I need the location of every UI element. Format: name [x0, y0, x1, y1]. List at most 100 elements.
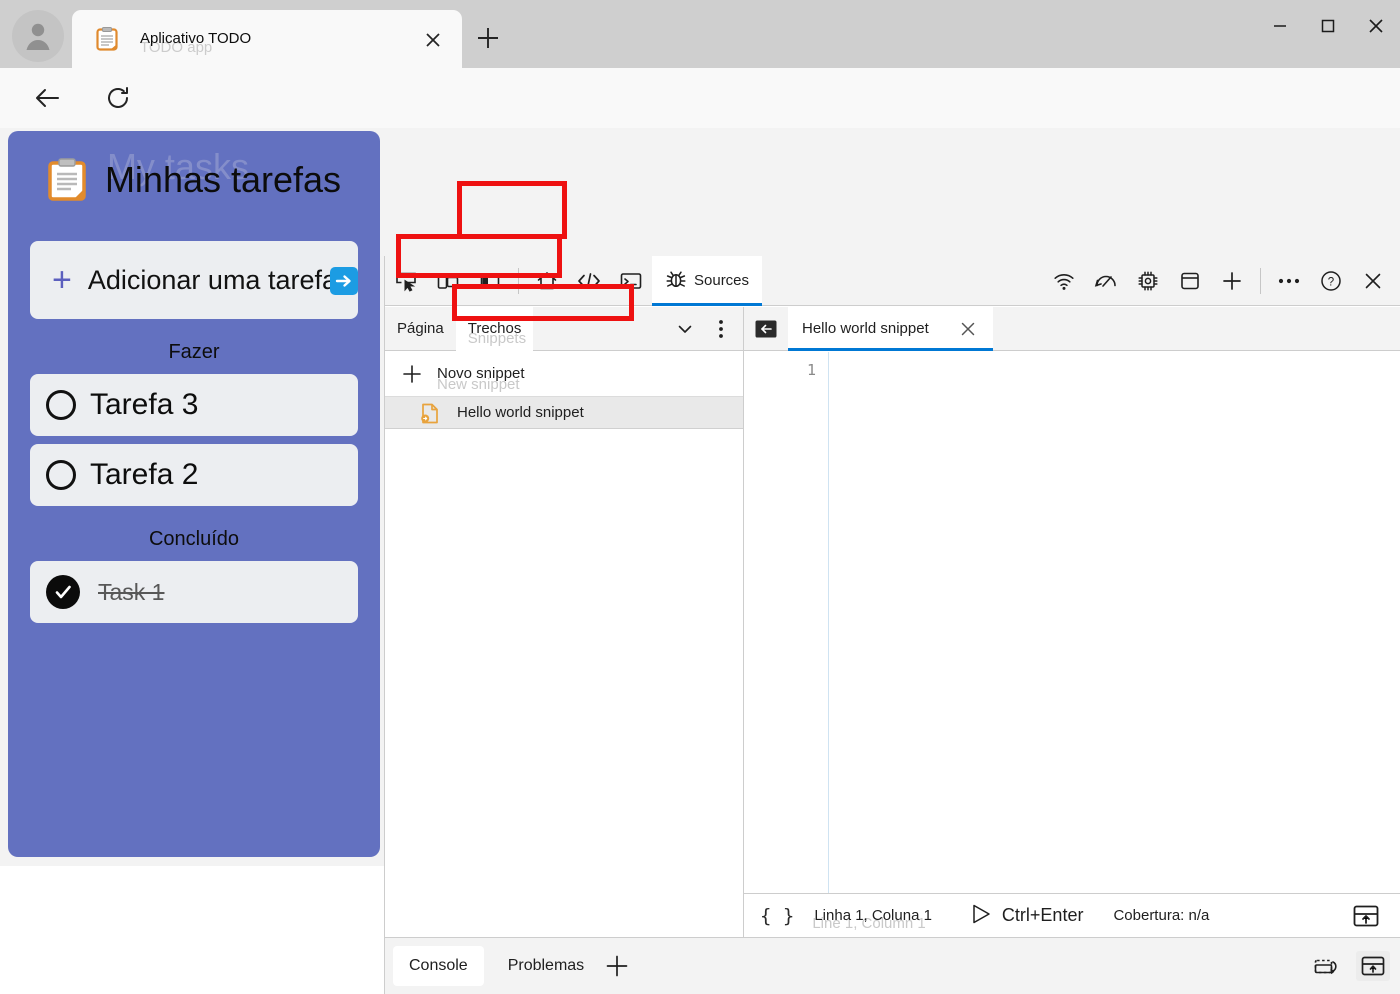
devtools-toolbar-right: ? [1043, 260, 1394, 302]
page-title: Minhas tarefas [105, 159, 341, 200]
new-snippet-button[interactable]: New snippet Novo snippet [385, 351, 743, 397]
editor-tab-label: Hello world snippet [802, 320, 929, 337]
device-toggle-icon[interactable] [427, 260, 469, 302]
code-editor-area[interactable]: 1 [744, 352, 1400, 893]
minimize-button[interactable] [1256, 0, 1304, 52]
pretty-print-icon[interactable]: { } [760, 905, 794, 927]
code-surface[interactable] [829, 352, 1400, 893]
task-checkbox-checked-icon[interactable] [46, 575, 80, 609]
drawer-tab-issues[interactable]: Problemas [492, 946, 600, 986]
editor-gutter: 1 [744, 352, 829, 893]
reload-icon[interactable] [98, 78, 138, 118]
restore-drawer-icon[interactable] [1310, 951, 1344, 981]
run-shortcut-label: Ctrl+Enter [1002, 905, 1084, 926]
add-task-label: Adicionar uma tarefa [88, 265, 337, 296]
home-icon[interactable] [526, 260, 568, 302]
window-controls [1256, 0, 1400, 52]
elements-icon[interactable] [568, 260, 610, 302]
clipboard-icon [47, 158, 87, 202]
dock-side-icon[interactable] [469, 260, 511, 302]
application-icon[interactable] [1169, 260, 1211, 302]
plus-icon: + [52, 263, 72, 297]
more-options-icon[interactable] [703, 311, 739, 347]
new-tab-button[interactable] [470, 20, 506, 56]
more-options-icon[interactable] [1268, 260, 1310, 302]
sources-navigator: Página Snippets Trechos [385, 307, 744, 937]
back-arrow-icon[interactable] [28, 78, 68, 118]
collapse-sidebar-icon[interactable] [744, 307, 788, 351]
chevron-down-icon[interactable] [667, 311, 703, 347]
add-panel-icon[interactable] [1211, 260, 1253, 302]
tab-sources[interactable]: Sources [652, 256, 762, 306]
close-window-button[interactable] [1352, 0, 1400, 52]
tab-close-icon[interactable] [418, 25, 448, 55]
page-content: My tasks Minhas tarefas + Adicionar uma … [0, 128, 1400, 866]
snippet-file-name: Hello world snippet [457, 404, 584, 421]
devtools-toolbar: Sources [385, 256, 1400, 306]
close-drawer-icon[interactable] [1356, 951, 1390, 981]
task-item-completed[interactable]: Task 1 [30, 561, 358, 623]
export-icon[interactable] [1350, 902, 1382, 930]
task-checkbox-empty-icon[interactable] [46, 460, 76, 490]
task-label: Tarefa 3 [90, 388, 198, 422]
todo-app-header: My tasks Minhas tarefas [8, 131, 380, 229]
inspect-icon[interactable] [385, 260, 427, 302]
help-icon[interactable]: ? [1310, 260, 1352, 302]
drawer-tab-issues-label: Problemas [508, 957, 584, 975]
cursor-position-wrap: Line 1, Column 1 Linha 1, Coluna 1 [814, 907, 932, 924]
plus-icon [401, 363, 423, 385]
new-snippet-label: Novo snippet [437, 365, 525, 382]
navigator-tabs: Página Snippets Trechos [385, 307, 743, 351]
play-icon [970, 902, 992, 929]
section-label-done: Concluído [8, 528, 380, 551]
coverage-label: Cobertura: n/a [1113, 907, 1209, 924]
toolbar-divider [518, 268, 519, 294]
sources-panel-body: Página Snippets Trechos [385, 307, 1400, 937]
network-icon[interactable] [1043, 260, 1085, 302]
cursor-position: Linha 1, Coluna 1 [814, 907, 932, 924]
performance-icon[interactable] [1085, 260, 1127, 302]
tab-title-wrap: TODO app Aplicativo TODO [140, 30, 462, 48]
memory-icon[interactable] [1127, 260, 1169, 302]
editor-tabstrip: Hello world snippet [744, 307, 1400, 351]
add-drawer-tab-icon[interactable] [600, 949, 634, 983]
tab-sources-label: Sources [694, 272, 749, 289]
task-item[interactable]: Tarefa 2 [30, 444, 358, 506]
maximize-button[interactable] [1304, 0, 1352, 52]
run-snippet-button[interactable]: Ctrl+Enter [970, 902, 1084, 929]
close-icon[interactable] [957, 318, 979, 340]
snippet-file-icon [421, 403, 439, 423]
profile-avatar[interactable] [12, 10, 64, 62]
bug-icon [665, 268, 687, 294]
task-item[interactable]: Tarefa 3 [30, 374, 358, 436]
navigator-tab-page-label: Página [397, 320, 444, 337]
close-devtools-icon[interactable] [1352, 260, 1394, 302]
browser-titlebar: TODO app Aplicativo TODO [0, 0, 1400, 68]
browser-window: TODO app Aplicativo TODO [0, 0, 1400, 866]
navigator-tab-snippets[interactable]: Snippets Trechos [456, 307, 534, 351]
svg-text:?: ? [1328, 277, 1334, 289]
drawer-tab-console[interactable]: Console [393, 946, 484, 986]
task-checkbox-empty-icon[interactable] [46, 390, 76, 420]
section-label-todo: Fazer [8, 341, 380, 364]
editor-status-bar: { } Line 1, Column 1 Linha 1, Coluna 1 C… [744, 893, 1400, 937]
browser-navbar: https://microsoftedge.github.io/Demos/de… [0, 68, 1400, 128]
navigator-tab-page[interactable]: Página [385, 307, 456, 351]
navigator-tab-snippets-label: Trechos [468, 320, 522, 337]
task-label-completed: Task 1 [98, 579, 164, 606]
drawer-actions [1310, 951, 1390, 981]
sources-editor: Hello world snippet 1 [744, 307, 1400, 937]
browser-tab[interactable]: TODO app Aplicativo TODO [72, 10, 462, 68]
enter-arrow-icon[interactable] [330, 267, 358, 295]
add-task-input[interactable]: + Adicionar uma tarefa [30, 241, 358, 319]
navigator-tabs-actions [667, 307, 739, 351]
clipboard-icon [96, 27, 118, 51]
devtools-panel: Sources [384, 256, 1400, 994]
todo-app-panel: My tasks Minhas tarefas + Adicionar uma … [8, 131, 380, 857]
editor-tab[interactable]: Hello world snippet [788, 307, 993, 351]
snippet-file-row[interactable]: Hello world snippet [385, 397, 743, 429]
line-number: 1 [744, 361, 816, 379]
console-icon[interactable] [610, 260, 652, 302]
drawer-tab-console-label: Console [409, 957, 468, 975]
todo-title-wrap: My tasks Minhas tarefas [105, 159, 341, 201]
